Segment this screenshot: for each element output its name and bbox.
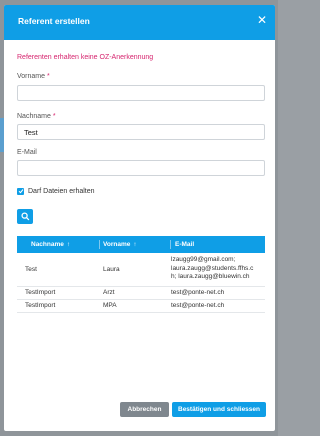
required-mark: *: [52, 113, 56, 120]
search-icon: [20, 212, 29, 221]
email-line: lzaugg99@gmail.com;: [171, 256, 236, 263]
create-referent-dialog: Referent erstellen ✕ Referenten erhalten…: [4, 5, 275, 431]
col-nachname-label: Nachname: [31, 241, 64, 248]
column-divider: [170, 240, 171, 249]
vorname-input[interactable]: [17, 85, 265, 101]
search-button[interactable]: [17, 209, 33, 224]
cell-vorname: MPA: [103, 302, 117, 309]
files-checkbox[interactable]: [17, 187, 24, 195]
email-line: h; laura.zaugg@bluewin.ch: [171, 273, 250, 280]
files-checkbox-row[interactable]: Darf Dateien erhalten: [17, 186, 95, 196]
table-row[interactable]: TestImport MPA test@ponte-net.ch: [17, 300, 265, 313]
cell-nachname: Test: [25, 266, 37, 273]
cell-nachname: TestImport: [25, 302, 56, 309]
confirm-and-close-button[interactable]: Bestätigen und schliessen: [172, 402, 266, 417]
cancel-button[interactable]: Abbrechen: [120, 402, 169, 417]
table-row[interactable]: Test Laura lzaugg99@gmail.com; laura.zau…: [17, 253, 265, 287]
cell-email: lzaugg99@gmail.com; laura.zaugg@students…: [171, 256, 265, 282]
check-icon: [18, 189, 23, 194]
email-line: laura.zaugg@students.ffhs.c: [171, 264, 254, 272]
email-label: E-Mail: [17, 149, 37, 156]
col-vorname-header[interactable]: Vorname ↑: [103, 241, 136, 248]
column-divider: [99, 240, 100, 249]
email-input[interactable]: [17, 160, 265, 176]
col-nachname-header[interactable]: Nachname ↑: [31, 241, 70, 248]
cell-email: test@ponte-net.ch: [171, 302, 225, 309]
col-vorname-label: Vorname: [103, 241, 131, 248]
required-mark: *: [46, 73, 50, 80]
warning-text: Referenten erhalten keine OZ-Anerkennung: [17, 54, 154, 61]
vorname-label: Vorname *: [17, 73, 50, 80]
nachname-input[interactable]: [17, 124, 265, 140]
cell-vorname: Laura: [103, 266, 120, 273]
vorname-label-text: Vorname: [17, 73, 46, 80]
cell-nachname: TestImport: [25, 289, 56, 296]
table-row[interactable]: TestImport Arzt test@ponte-net.ch: [17, 287, 265, 300]
dialog-title: Referent erstellen: [18, 16, 90, 26]
close-icon[interactable]: ✕: [255, 13, 269, 27]
nachname-label: Nachname *: [17, 113, 56, 120]
referent-table: Nachname ↑ Vorname ↑ E-Mail Test Laura lza…: [17, 236, 265, 313]
cell-email: test@ponte-net.ch: [171, 289, 225, 296]
cell-vorname: Arzt: [103, 289, 115, 296]
dialog-header: Referent erstellen ✕: [4, 5, 275, 40]
table-header: Nachname ↑ Vorname ↑ E-Mail: [17, 236, 265, 253]
files-checkbox-label: Darf Dateien erhalten: [28, 187, 95, 195]
col-email-header[interactable]: E-Mail: [175, 241, 194, 248]
nachname-label-text: Nachname: [17, 113, 51, 120]
sort-up-icon: ↑: [133, 242, 137, 248]
sort-up-icon: ↑: [66, 242, 70, 248]
